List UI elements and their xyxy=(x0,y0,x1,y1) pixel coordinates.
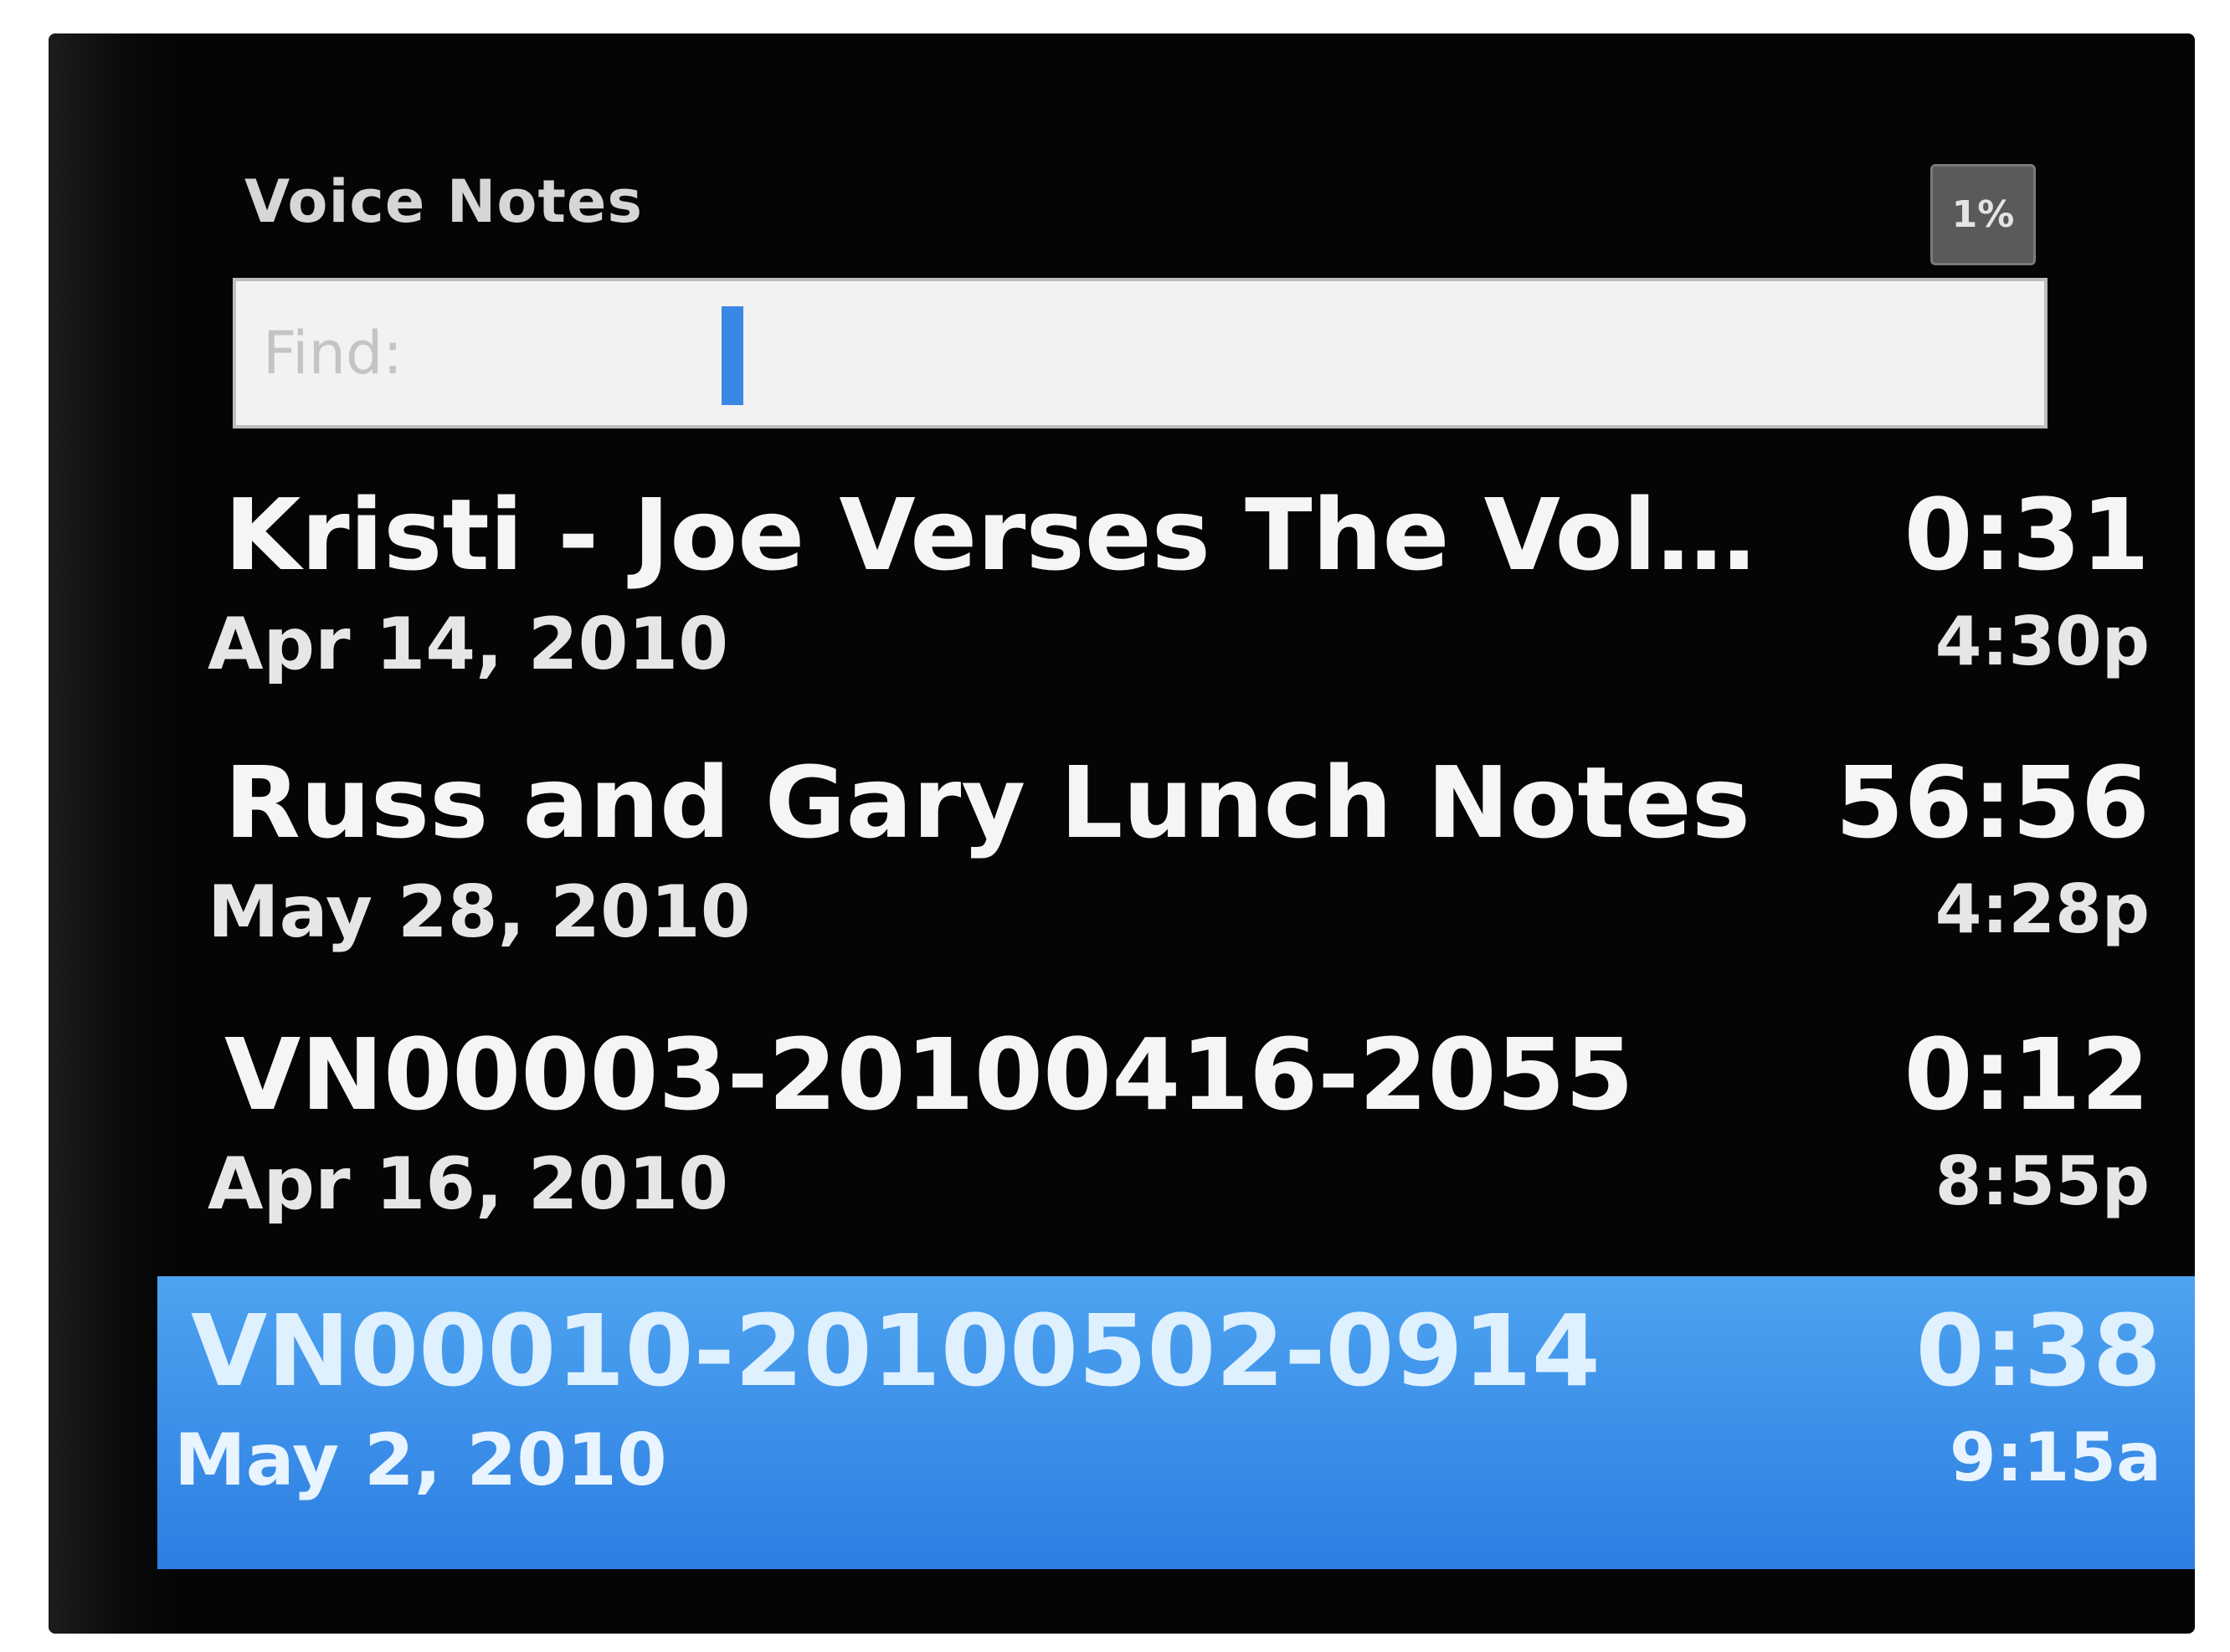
note-date: May 2, 2010 xyxy=(174,1419,667,1502)
list-item[interactable]: VN00003-20100416-2055 Apr 16, 2010 0:12 … xyxy=(191,1000,2183,1276)
note-date: Apr 16, 2010 xyxy=(208,1142,729,1226)
search-bar[interactable] xyxy=(233,278,2048,428)
list-item[interactable]: Kristi - Joe Verses The Volca... Apr 14,… xyxy=(191,460,2183,736)
bezel-shade xyxy=(49,33,174,1634)
note-time: 9:15a xyxy=(1950,1419,2161,1496)
search-input[interactable] xyxy=(261,302,1855,404)
note-name: Russ and Gary Lunch Notes xyxy=(224,745,1751,860)
note-duration: 0:38 xyxy=(1915,1293,2161,1408)
list-item-selected[interactable]: VN00010-20100502-0914 May 2, 2010 0:38 9… xyxy=(157,1276,2195,1569)
device-screen: Voice Notes 1% Kristi - Joe Verses The V… xyxy=(49,33,2195,1634)
note-name: VN00003-20100416-2055 xyxy=(224,1017,1634,1132)
note-date: May 28, 2010 xyxy=(208,870,751,954)
text-cursor xyxy=(722,306,743,405)
note-name: VN00010-20100502-0914 xyxy=(191,1293,1601,1408)
note-time: 4:30p xyxy=(1935,603,2150,680)
status-indicator-icon: 1% xyxy=(1930,164,2036,265)
note-time: 4:28p xyxy=(1935,870,2150,948)
list-item[interactable]: Russ and Gary Lunch Notes May 28, 2010 5… xyxy=(191,728,2183,1004)
note-name: Kristi - Joe Verses The Volca... xyxy=(224,477,1798,593)
photo-frame: Voice Notes 1% Kristi - Joe Verses The V… xyxy=(0,0,2230,1652)
note-duration: 0:31 xyxy=(1904,477,2150,593)
note-duration: 0:12 xyxy=(1904,1017,2150,1132)
note-date: Apr 14, 2010 xyxy=(208,603,729,686)
note-time: 8:55p xyxy=(1935,1142,2150,1220)
note-duration: 56:56 xyxy=(1835,745,2150,860)
app-title: Voice Notes xyxy=(244,167,644,236)
